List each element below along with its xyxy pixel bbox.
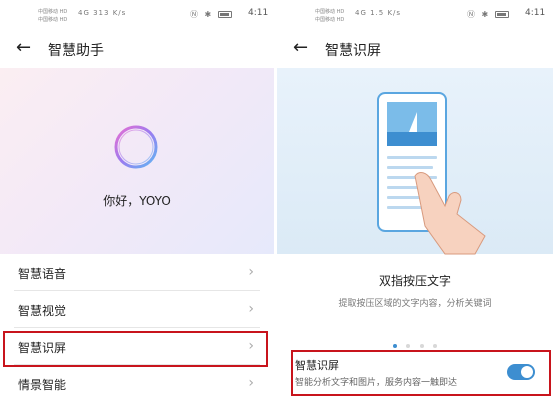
highlight-box [3,331,268,367]
smart-assistant-screen: 中国移动 HD 中国移动 HD 4G 313 K/s Ⓝ ✱ 4:11 ← 智慧… [0,0,274,400]
app-header: ← 智慧识屏 [277,30,553,68]
battery-icon [217,11,232,18]
carrier-info: 中国移动 HD 中国移动 HD [315,8,344,24]
nfc-icon: Ⓝ [190,10,200,19]
bluetooth-icon: ✱ [204,10,214,19]
page-dot[interactable] [393,344,398,348]
list-item-label: 智慧视觉 [18,304,67,318]
feature-description: 提取按压区域的文字内容，分析关键词 [338,299,492,309]
hand-gesture-icon [414,172,486,255]
clock: 4:11 [525,8,546,18]
list-item-label: 智慧语音 [18,267,67,281]
smart-screen-recognition-screen: 中国移动 HD 中国移动 HD 4G 1.5 K/s Ⓝ ✱ 4:11 ← 智慧… [277,0,553,400]
bluetooth-icon: ✱ [481,10,491,19]
carrier-label: 中国移动 HD [38,17,68,23]
status-bar: 中国移动 HD 中国移动 HD 4G 1.5 K/s Ⓝ ✱ 4:11 [277,0,553,30]
status-icons: Ⓝ ✱ [467,9,509,20]
greeting-text: 你好，YOYO [103,194,171,208]
assistant-hero: 你好，YOYO [0,68,274,254]
page-title: 智慧助手 [48,43,104,59]
status-bar: 中国移动 HD 中国移动 HD 4G 313 K/s Ⓝ ✱ 4:11 [0,0,274,30]
chevron-right-icon: › [248,264,254,280]
app-header: ← 智慧助手 [0,30,274,68]
battery-icon [494,11,509,18]
list-item-scenario-intelligence[interactable]: 情景智能 › [14,365,260,400]
page-title: 智慧识屏 [325,43,381,59]
picture-icon [387,102,437,146]
carrier-label: 中国移动 HD [38,9,68,15]
chevron-right-icon: › [248,301,254,317]
carrier-label: 中国移动 HD [315,17,345,23]
feature-title: 双指按压文字 [378,274,451,288]
page-dot[interactable] [419,344,424,348]
network-speed: 4G 313 K/s [78,9,127,17]
status-icons: Ⓝ ✱ [190,9,232,20]
page-dot[interactable] [406,344,411,348]
feature-illustration [277,68,553,255]
assistant-ring-icon[interactable] [111,122,161,172]
page-dot[interactable] [432,344,437,348]
nfc-icon: Ⓝ [467,10,477,19]
list-item-smart-vision[interactable]: 智慧视觉 › [14,291,260,328]
carrier-info: 中国移动 HD 中国移动 HD [38,8,67,24]
arrow-left-icon[interactable]: ← [293,39,308,57]
arrow-left-icon[interactable]: ← [16,39,31,57]
list-item-label: 情景智能 [18,378,67,392]
highlight-box [291,350,551,396]
clock: 4:11 [248,8,269,18]
chevron-right-icon: › [248,375,254,391]
network-speed: 4G 1.5 K/s [355,9,402,17]
carrier-label: 中国移动 HD [315,9,345,15]
feature-list: 智慧语音 › 智慧视觉 › 智慧识屏 › 情景智能 › [0,254,274,400]
list-item-smart-voice[interactable]: 智慧语音 › [14,254,260,291]
